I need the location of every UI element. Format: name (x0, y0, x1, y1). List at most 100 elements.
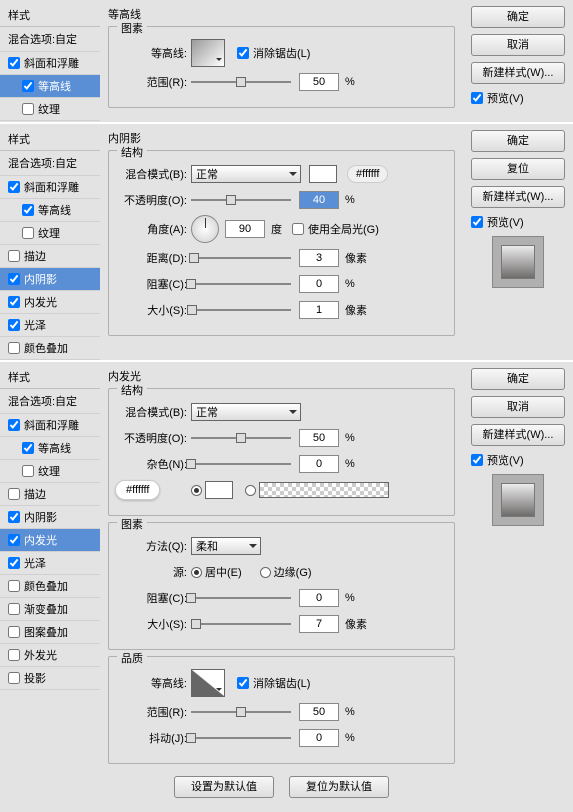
sidebar-item-stroke[interactable]: 描边 (0, 245, 100, 268)
sidebar-item-color-overlay[interactable]: 颜色叠加 (0, 575, 100, 598)
set-default-button[interactable]: 设置为默认值 (174, 776, 274, 798)
sidebar-item-color-overlay[interactable]: 颜色叠加 (0, 337, 100, 360)
sidebar-item-inner-glow[interactable]: 内发光 (0, 291, 100, 314)
sidebar-item-drop-shadow[interactable]: 投影 (0, 667, 100, 690)
sidebar-item-bevel[interactable]: 斜面和浮雕 (0, 52, 100, 75)
style-sidebar: 样式 混合选项:自定 斜面和浮雕 等高线 纹理 描边 内阴影 内发光 光泽 颜色… (0, 362, 100, 812)
main-contour: 等高线 图素 等高线: 消除锯齿(L) 范围(R): % (100, 0, 463, 122)
sidebar-item-texture[interactable]: 纹理 (0, 98, 100, 121)
angle-input[interactable] (225, 220, 265, 238)
size-input[interactable] (299, 615, 339, 633)
new-style-button[interactable]: 新建样式(W)... (471, 186, 565, 208)
blend-mode-select[interactable]: 正常 (191, 403, 301, 421)
reset-button[interactable]: 复位 (471, 158, 565, 180)
anti-alias-checkbox[interactable] (237, 47, 249, 59)
technique-select[interactable]: 柔和 (191, 537, 261, 555)
panel-inner-glow: 样式 混合选项:自定 斜面和浮雕 等高线 纹理 描边 内阴影 内发光 光泽 颜色… (0, 362, 573, 812)
sidebar-item-inner-shadow[interactable]: 内阴影 (0, 268, 100, 291)
main-inner-shadow: 内阴影 结构 混合模式(B): 正常 #ffffff 不透明度(O): % 角度… (100, 124, 463, 360)
preview-thumb (492, 474, 544, 526)
gradient-radio[interactable] (245, 485, 256, 496)
fieldset-elements: 图素 等高线: 消除锯齿(L) 范围(R): % (108, 26, 455, 108)
preview-checkbox[interactable] (471, 454, 483, 466)
range-input[interactable] (299, 73, 339, 91)
blend-options[interactable]: 混合选项:自定 (0, 27, 100, 52)
cancel-button[interactable]: 取消 (471, 34, 565, 56)
sidebar-item-contour[interactable]: 等高线 (0, 437, 100, 460)
color-swatch[interactable] (205, 481, 233, 499)
distance-slider[interactable] (191, 251, 291, 265)
opacity-input[interactable] (299, 429, 339, 447)
style-sidebar: 样式 混合选项:自定 斜面和浮雕 等高线 纹理 描边 内阴影 内发光 光泽 颜色… (0, 124, 100, 360)
source-center-radio[interactable] (191, 567, 202, 578)
range-slider[interactable] (191, 705, 291, 719)
global-light-checkbox[interactable] (292, 223, 304, 235)
cancel-button[interactable]: 取消 (471, 396, 565, 418)
sidebar-item-pattern-overlay[interactable]: 图案叠加 (0, 621, 100, 644)
noise-input[interactable] (299, 455, 339, 473)
opacity-slider[interactable] (191, 193, 291, 207)
fieldset-structure: 结构 混合模式(B): 正常 #ffffff 不透明度(O): % 角度(A):… (108, 150, 455, 336)
fieldset-elements: 图素 方法(Q): 柔和 源: 居中(E) 边缘(G) 阻塞(C): % 大小(… (108, 522, 455, 650)
style-sidebar: 样式 混合选项:自定 斜面和浮雕 等高线 纹理 (0, 0, 100, 122)
sidebar-item-inner-glow[interactable]: 内发光 (0, 529, 100, 552)
choke-input[interactable] (299, 275, 339, 293)
color-radio[interactable] (191, 485, 202, 496)
section-title: 等高线 (108, 4, 455, 26)
choke-slider[interactable] (191, 591, 291, 605)
ok-button[interactable]: 确定 (471, 6, 565, 28)
distance-input[interactable] (299, 249, 339, 267)
sidebar-item-contour[interactable]: 等高线 (0, 199, 100, 222)
right-column: 确定 取消 新建样式(W)... 预览(V) (463, 0, 573, 122)
color-hex-callout: #ffffff (115, 480, 160, 500)
sidebar-item-bevel[interactable]: 斜面和浮雕 (0, 414, 100, 437)
panel-inner-shadow: 样式 混合选项:自定 斜面和浮雕 等高线 纹理 描边 内阴影 内发光 光泽 颜色… (0, 124, 573, 362)
ok-button[interactable]: 确定 (471, 130, 565, 152)
gradient-picker[interactable] (259, 482, 389, 498)
new-style-button[interactable]: 新建样式(W)... (471, 424, 565, 446)
right-column: 确定 取消 新建样式(W)... 预览(V) (463, 362, 573, 812)
sidebar-item-stroke[interactable]: 描边 (0, 483, 100, 506)
fieldset-quality: 品质 等高线: 消除锯齿(L) 范围(R): % 抖动(J): % (108, 656, 455, 764)
source-edge-radio[interactable] (260, 567, 271, 578)
preview-checkbox[interactable] (471, 92, 483, 104)
sidebar-item-texture[interactable]: 纹理 (0, 460, 100, 483)
choke-input[interactable] (299, 589, 339, 607)
range-slider[interactable] (191, 75, 291, 89)
opacity-slider[interactable] (191, 431, 291, 445)
preview-thumb (492, 236, 544, 288)
size-slider[interactable] (191, 617, 291, 631)
choke-slider[interactable] (191, 277, 291, 291)
color-swatch[interactable] (309, 165, 337, 183)
contour-picker[interactable] (191, 669, 225, 697)
anti-alias-checkbox[interactable] (237, 677, 249, 689)
sidebar-item-inner-shadow[interactable]: 内阴影 (0, 506, 100, 529)
panel-contour: 样式 混合选项:自定 斜面和浮雕 等高线 纹理 等高线 图素 等高线: 消除锯齿… (0, 0, 573, 124)
contour-picker[interactable] (191, 39, 225, 67)
contour-label: 等高线: (119, 45, 191, 61)
range-input[interactable] (299, 703, 339, 721)
size-input[interactable] (299, 301, 339, 319)
sidebar-item-satin[interactable]: 光泽 (0, 552, 100, 575)
reset-default-button[interactable]: 复位为默认值 (289, 776, 389, 798)
new-style-button[interactable]: 新建样式(W)... (471, 62, 565, 84)
ok-button[interactable]: 确定 (471, 368, 565, 390)
sidebar-item-grad-overlay[interactable]: 渐变叠加 (0, 598, 100, 621)
jitter-slider[interactable] (191, 731, 291, 745)
opacity-input[interactable] (299, 191, 339, 209)
noise-slider[interactable] (191, 457, 291, 471)
right-column: 确定 复位 新建样式(W)... 预览(V) (463, 124, 573, 360)
jitter-input[interactable] (299, 729, 339, 747)
sidebar-item-contour[interactable]: 等高线 (0, 75, 100, 98)
sidebar-item-texture[interactable]: 纹理 (0, 222, 100, 245)
angle-dial[interactable] (191, 215, 219, 243)
blend-mode-select[interactable]: 正常 (191, 165, 301, 183)
anti-alias-label[interactable]: 消除锯齿(L) (253, 45, 310, 61)
sidebar-item-bevel[interactable]: 斜面和浮雕 (0, 176, 100, 199)
range-label: 范围(R): (119, 74, 191, 90)
sidebar-item-satin[interactable]: 光泽 (0, 314, 100, 337)
size-slider[interactable] (191, 303, 291, 317)
preview-checkbox[interactable] (471, 216, 483, 228)
fieldset-structure: 结构 混合模式(B): 正常 不透明度(O): % 杂色(N): % #ffff… (108, 388, 455, 516)
sidebar-item-outer-glow[interactable]: 外发光 (0, 644, 100, 667)
